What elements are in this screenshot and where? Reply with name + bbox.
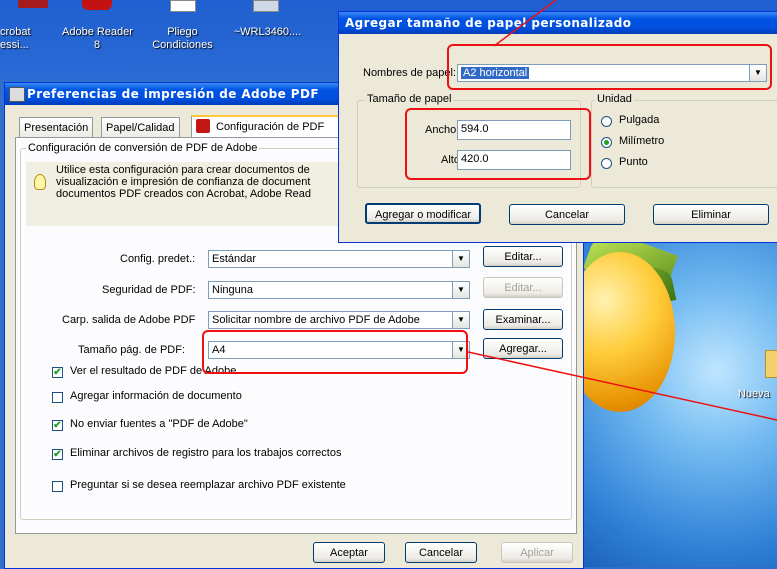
annotation-arrows bbox=[467, 0, 777, 421]
